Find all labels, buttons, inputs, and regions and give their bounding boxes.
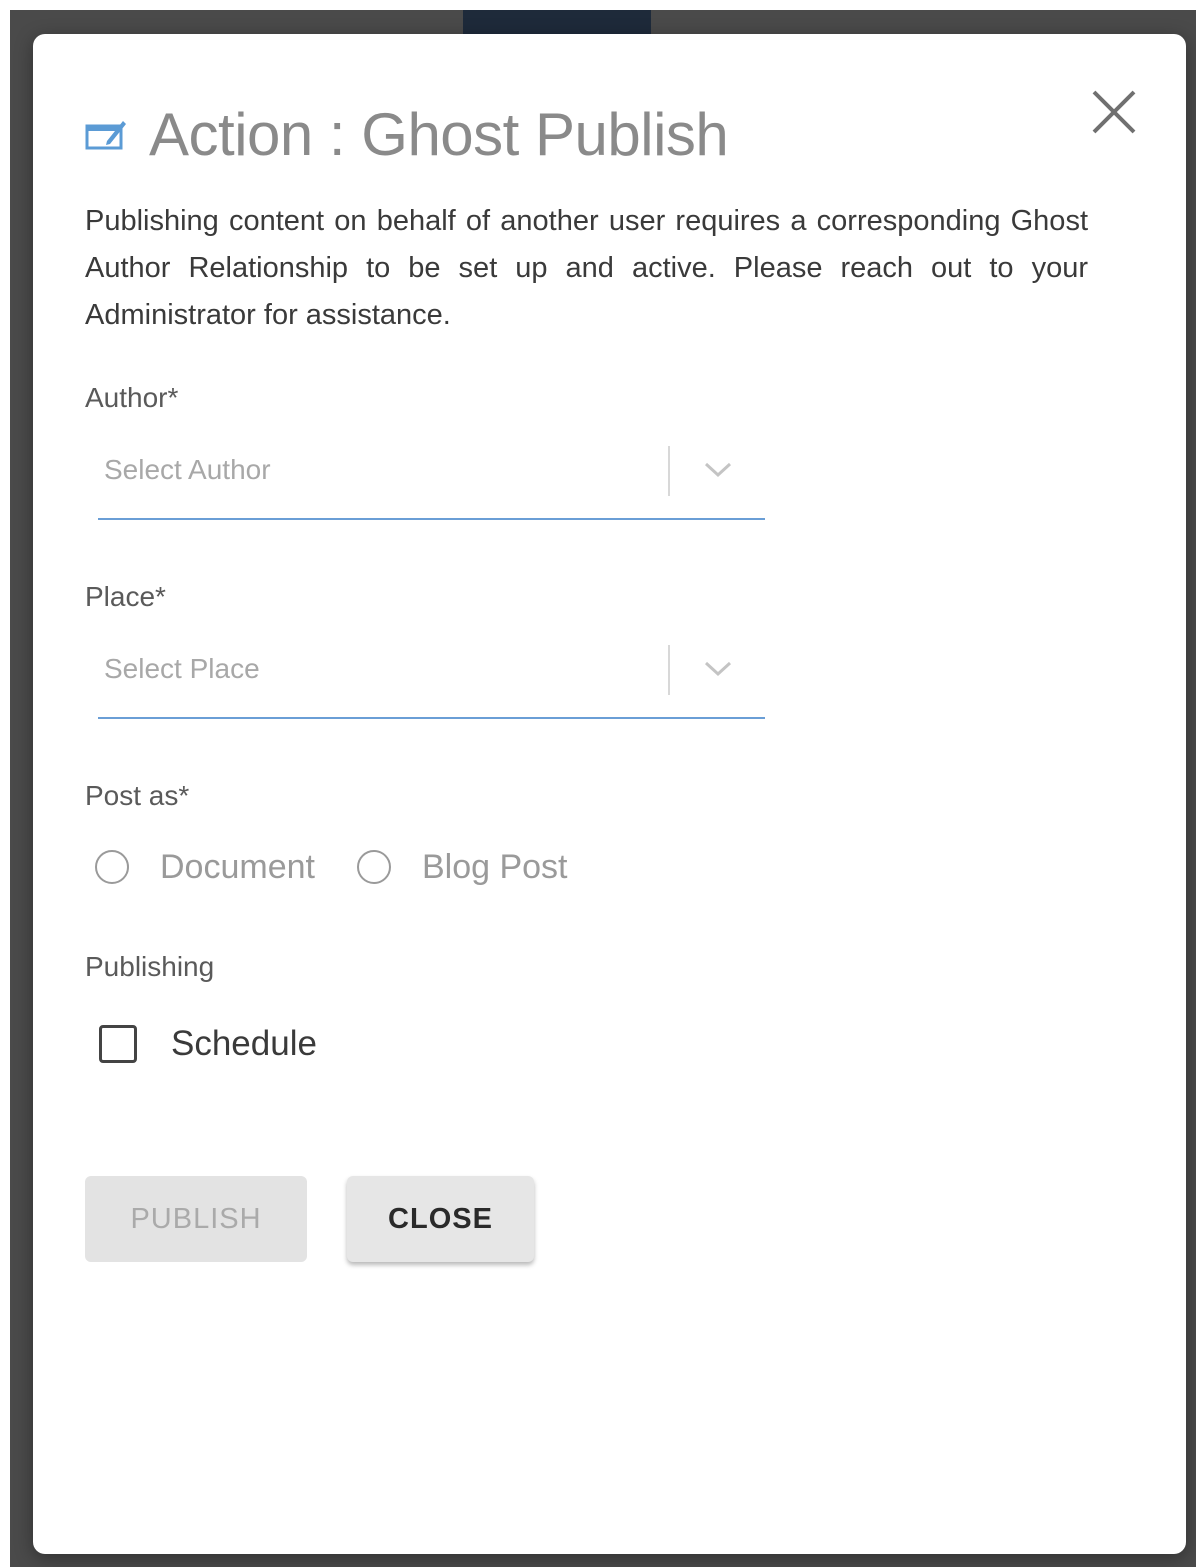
ghost-publish-dialog: Action : Ghost Publish Publishing conten… [33,34,1186,1554]
dialog-description: Publishing content on behalf of another … [85,205,1088,331]
schedule-label: Schedule [171,1024,317,1063]
publishing-label: Publishing [85,951,215,982]
post-as-label: Post as* [85,780,190,811]
radio-blog-post[interactable]: Blog Post [356,847,568,887]
radio-blog-post-label: Blog Post [421,847,568,886]
place-select-placeholder: Select Place [104,653,260,684]
publish-button[interactable]: PUBLISH [85,1176,307,1262]
radio-document[interactable]: Document [95,848,315,887]
radio-button[interactable] [95,850,129,884]
author-label: Author* [85,382,179,413]
place-label: Place* [85,581,166,612]
dialog-header: Action : Ghost Publish [85,94,729,174]
close-button[interactable]: CLOSE [347,1176,534,1262]
author-select-placeholder: Select Author [104,454,271,485]
select-divider [668,446,670,496]
chevron-down-icon[interactable] [702,458,734,482]
dialog-title: Action : Ghost Publish [149,100,729,168]
edit-window-icon [85,117,127,151]
chevron-down-icon[interactable] [702,657,734,681]
radio-button[interactable] [356,850,391,884]
schedule-checkbox-row[interactable]: Schedule [99,1022,317,1066]
radio-document-label: Document [160,847,315,886]
close-icon[interactable] [1088,86,1140,138]
screen: Action : Ghost Publish Publishing conten… [0,0,1196,1567]
author-select[interactable]: Select Author [98,440,765,520]
schedule-checkbox[interactable] [99,1025,137,1063]
select-divider [668,645,670,695]
place-select[interactable]: Select Place [98,639,765,719]
post-as-radio-group: Document Blog Post [95,842,610,892]
